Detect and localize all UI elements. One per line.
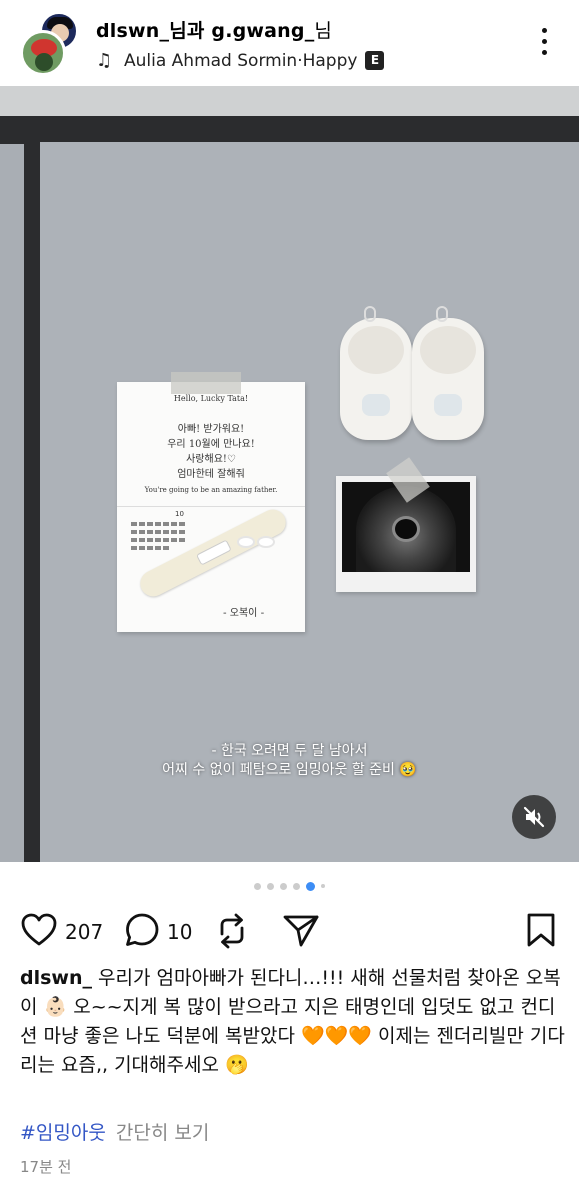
avatar[interactable]: [20, 30, 66, 76]
collab-avatars[interactable]: [18, 12, 80, 76]
baby-shoes: [340, 306, 490, 448]
card-line: 사랑해요!♡: [186, 454, 236, 465]
photo-wall: [0, 86, 579, 116]
like-count[interactable]: 207: [65, 920, 103, 944]
collapse-link[interactable]: 간단히 보기: [116, 1122, 209, 1144]
conjunction: 님과: [169, 20, 212, 42]
music-artist: Aulia Ahmad Sormin: [124, 50, 298, 71]
carousel-dot: [267, 882, 274, 890]
card-line: 엄마한테 잘해줘: [177, 469, 245, 480]
more-icon[interactable]: [534, 28, 554, 60]
card-line: 아빠! 받가워요!: [177, 424, 245, 435]
share-icon[interactable]: [282, 912, 320, 948]
calendar-month: 10: [175, 510, 184, 518]
repost-icon[interactable]: [214, 912, 250, 950]
card-footer: You're going to be an amazing father.: [144, 486, 278, 494]
post-caption: dlswn_ 우리가 엄마아빠가 된다니…!!! 새해 선물처럼 찾아온 오복이…: [20, 964, 565, 1080]
card-divider: [117, 506, 305, 507]
photo-caption: - 한국 오려면 두 달 남아서 어찌 수 없이 페탐으로 임밍아웃 할 준비 …: [0, 742, 579, 780]
honorific: 님: [314, 20, 333, 42]
collab-usernames[interactable]: dlswn_님과 g.gwang_님: [96, 16, 332, 43]
card-signature: - 오복이 -: [223, 608, 265, 619]
music-note-icon: ♫: [96, 50, 113, 71]
bookmark-icon[interactable]: [526, 912, 556, 948]
tape: [171, 372, 241, 394]
hashtag-row: #임밍아웃 간단히 보기: [20, 1118, 209, 1145]
heart-icon[interactable]: [20, 912, 58, 948]
baby-shoe: [340, 306, 412, 440]
comment-count[interactable]: 10: [167, 920, 192, 944]
post-header: dlswn_님과 g.gwang_님 ♫ Aulia Ahmad Sormin …: [0, 0, 579, 86]
card-message: 아빠! 받가워요! 우리 10월에 만나요! 사랑해요!♡ 엄마한테 잘해줘: [125, 422, 297, 482]
carousel-dot: [293, 882, 300, 890]
caption-text: 우리가 엄마아빠가 된다니…!!! 새해 선물처럼 찾아온 오복이 👶🏻 오~~…: [20, 967, 565, 1076]
post-timestamp: 17분 전: [20, 1158, 72, 1176]
music-info[interactable]: ♫ Aulia Ahmad Sormin · Happy E: [96, 50, 385, 71]
username-2[interactable]: g.gwang_: [211, 20, 314, 42]
caption-line: - 한국 오려면 두 달 남아서: [211, 743, 368, 759]
carousel-dot: [254, 882, 261, 890]
carousel-indicator: [254, 881, 331, 891]
comment-icon[interactable]: [124, 912, 160, 948]
carousel-dot: [321, 884, 325, 888]
card-line: 우리 10월에 만나요!: [167, 439, 255, 450]
carousel-dot-active: [306, 881, 315, 891]
username-1[interactable]: dlswn_: [96, 20, 169, 42]
post-photo[interactable]: Hello, Lucky Tata! 아빠! 받가워요! 우리 10월에 만나요…: [0, 86, 579, 862]
hashtag-link[interactable]: #임밍아웃: [20, 1122, 106, 1144]
mute-icon[interactable]: [512, 795, 556, 839]
action-bar: 207 10: [0, 906, 579, 956]
baby-shoe: [412, 306, 484, 440]
ribbon-bow: [237, 532, 277, 560]
card-greeting: Hello, Lucky Tata!: [173, 394, 249, 403]
pregnancy-card: Hello, Lucky Tata! 아빠! 받가워요! 우리 10월에 만나요…: [117, 372, 305, 632]
explicit-badge: E: [365, 51, 385, 70]
caption-line: 어찌 수 없이 페탐으로 임밍아웃 할 준비 🥹: [162, 762, 417, 778]
carousel-dot: [280, 882, 287, 890]
music-title: Happy: [302, 50, 358, 71]
ultrasound-photo: [336, 457, 476, 592]
caption-username[interactable]: dlswn_: [20, 967, 92, 989]
